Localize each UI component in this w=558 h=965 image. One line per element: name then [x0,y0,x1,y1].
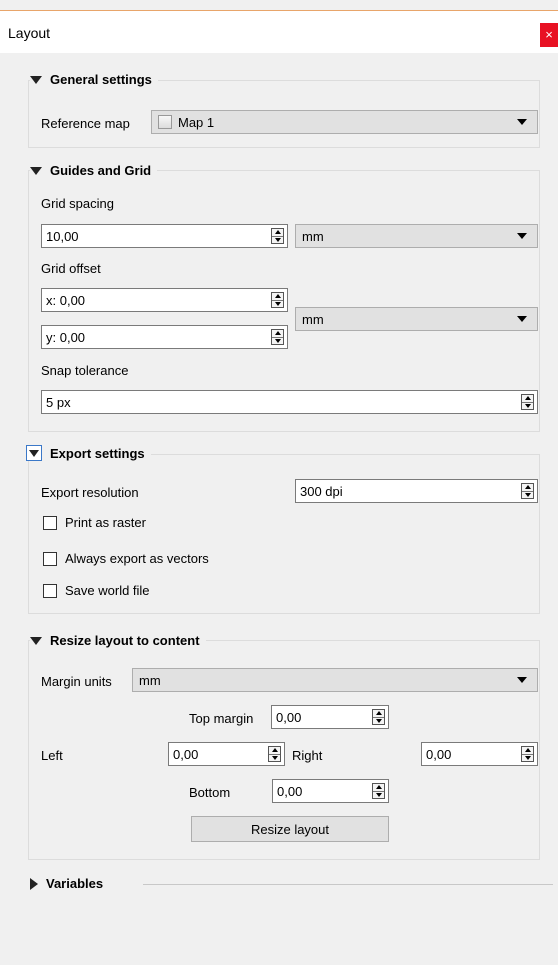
left-margin-value: 0,00 [173,746,199,762]
grid-offset-unit-select[interactable]: mm [295,307,538,331]
spinner-buttons[interactable] [521,394,534,410]
right-margin-input[interactable]: 0,00 [421,742,538,766]
spinner-buttons[interactable] [372,709,385,725]
bottom-margin-value: 0,00 [277,783,303,799]
resize-layout-button[interactable]: Resize layout [191,816,389,842]
right-margin-label: Right [292,748,323,763]
variables-title: Variables [46,876,104,891]
grid-offset-label: Grid offset [41,261,101,276]
collapse-triangle-icon [29,449,39,457]
panel-title: Layout [8,25,51,41]
export-resolution-value: 300 dpi [300,483,343,499]
general-settings-title: General settings [50,72,152,87]
bottom-margin-input[interactable]: 0,00 [272,779,389,803]
up-arrow-icon [271,748,278,753]
down-arrow-icon [271,755,278,760]
spinner-buttons[interactable] [268,746,281,762]
close-button[interactable]: × [540,23,558,47]
left-margin-label: Left [41,748,63,763]
up-arrow-icon [274,331,281,336]
margin-units-select[interactable]: mm [132,668,538,692]
up-arrow-icon [274,230,281,235]
up-arrow-icon [375,785,382,790]
chevron-down-icon [517,233,527,239]
grid-offset-y-value: y: 0,00 [46,329,86,345]
spinner-buttons[interactable] [372,783,385,799]
title-bar [0,11,558,53]
collapse-triangle-icon [30,636,42,645]
export-settings-title: Export settings [50,445,145,461]
print-as-raster-checkbox[interactable]: Print as raster [43,515,146,530]
down-arrow-icon [375,792,382,797]
guides-grid-header[interactable]: Guides and Grid [30,163,158,178]
guides-grid-title: Guides and Grid [50,163,152,178]
down-arrow-icon [524,755,531,760]
checkbox-box[interactable] [43,551,57,566]
margin-units-value: mm [139,672,161,688]
up-arrow-icon [524,396,531,401]
checkbox-box[interactable] [43,515,57,530]
chevron-down-icon [517,119,527,125]
snap-tolerance-input[interactable]: 5 px [41,390,538,414]
right-margin-value: 0,00 [426,746,452,762]
export-settings-header[interactable]: Export settings [26,445,151,461]
grid-spacing-label: Grid spacing [41,196,114,211]
snap-tolerance-label: Snap tolerance [41,363,129,378]
save-world-file-label: Save world file [65,583,150,598]
collapse-triangle-icon [30,75,42,84]
always-export-vectors-label: Always export as vectors [65,551,209,566]
top-margin-value: 0,00 [276,709,302,725]
resize-layout-header[interactable]: Resize layout to content [30,633,206,648]
variables-header[interactable]: Variables [30,876,110,891]
left-margin-input[interactable]: 0,00 [168,742,285,766]
print-as-raster-label: Print as raster [65,515,146,530]
reference-map-value: Map 1 [178,114,215,130]
grid-spacing-value: 10,00 [46,228,79,244]
map-icon [158,115,172,129]
snap-tolerance-value: 5 px [46,394,71,410]
spinner-buttons[interactable] [521,483,534,499]
down-arrow-icon [524,492,531,497]
top-margin-label: Top margin [189,711,254,726]
down-arrow-icon [524,403,531,408]
reference-map-label: Reference map [41,116,130,131]
export-resolution-label: Export resolution [41,485,139,500]
margin-units-label: Margin units [41,674,112,689]
checkbox-box[interactable] [43,583,57,598]
up-arrow-icon [375,711,382,716]
down-arrow-icon [274,301,281,306]
chevron-down-icon [517,677,527,683]
resize-layout-title: Resize layout to content [50,633,200,648]
spinner-buttons[interactable] [271,292,284,308]
spinner-buttons[interactable] [521,746,534,762]
variables-divider [143,884,553,885]
grid-offset-unit: mm [302,311,324,327]
collapse-triangle-icon [30,166,42,175]
expand-triangle-icon [30,877,38,890]
grid-spacing-input[interactable]: 10,00 [41,224,288,248]
up-arrow-icon [524,748,531,753]
down-arrow-icon [274,338,281,343]
spinner-buttons[interactable] [271,329,284,345]
up-arrow-icon [524,485,531,490]
collapse-toggle[interactable] [26,445,42,461]
down-arrow-icon [375,718,382,723]
reference-map-select[interactable]: Map 1 [151,110,538,134]
spinner-buttons[interactable] [271,228,284,244]
grid-spacing-unit: mm [302,228,324,244]
export-resolution-input[interactable]: 300 dpi [295,479,538,503]
general-settings-header[interactable]: General settings [30,72,158,87]
bottom-margin-label: Bottom [189,785,231,800]
save-world-file-checkbox[interactable]: Save world file [43,583,150,598]
always-export-vectors-checkbox[interactable]: Always export as vectors [43,551,209,566]
down-arrow-icon [274,237,281,242]
grid-spacing-unit-select[interactable]: mm [295,224,538,248]
top-margin-input[interactable]: 0,00 [271,705,389,729]
up-arrow-icon [274,294,281,299]
grid-offset-x-value: x: 0,00 [46,292,86,308]
chevron-down-icon [517,316,527,322]
grid-offset-y-input[interactable]: y: 0,00 [41,325,288,349]
grid-offset-x-input[interactable]: x: 0,00 [41,288,288,312]
